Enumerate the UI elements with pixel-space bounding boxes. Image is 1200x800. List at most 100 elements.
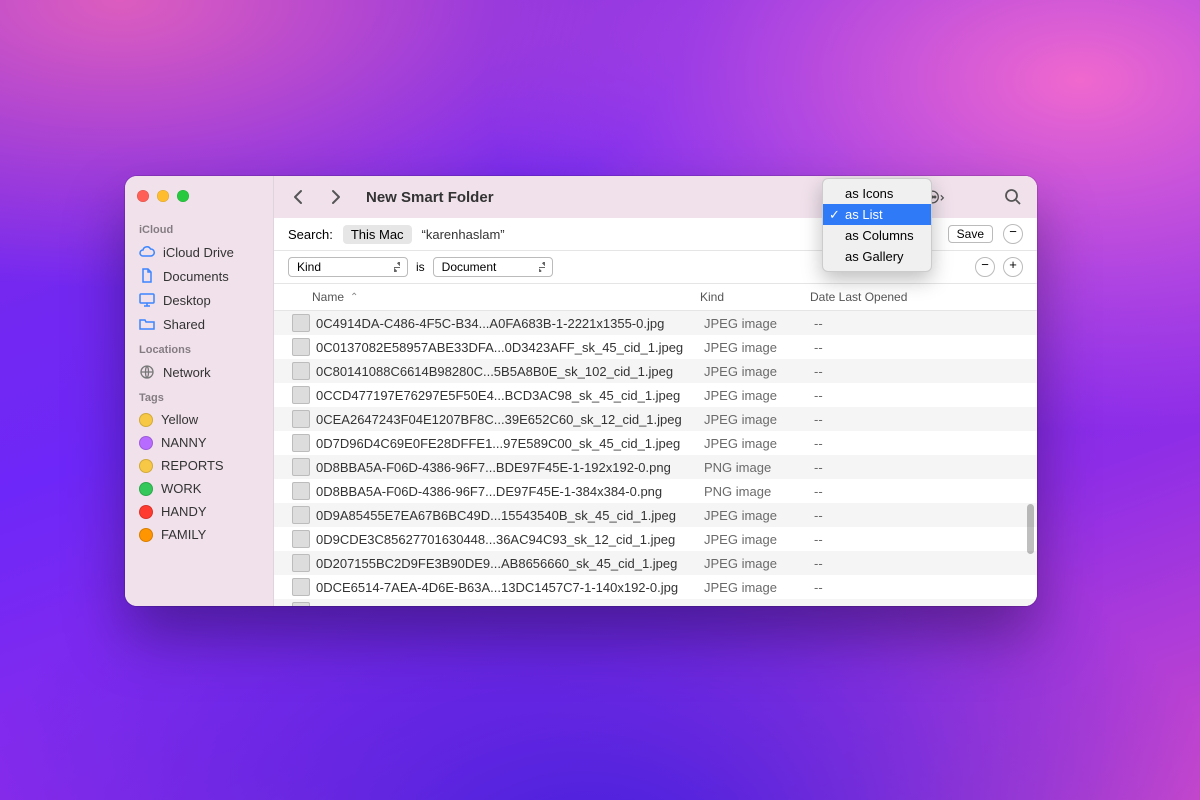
tag-dot-icon	[139, 505, 153, 519]
file-date: --	[814, 340, 1023, 355]
tag-dot-icon	[139, 482, 153, 496]
sidebar-item[interactable]: HANDY	[125, 500, 273, 523]
sidebar-item-label: iCloud Drive	[163, 245, 234, 260]
file-name: 0DCE6514-7AEA-4D6E-B63A...13DC1457C7-1-1…	[316, 580, 704, 595]
sidebar-item[interactable]: NANNY	[125, 431, 273, 454]
file-row[interactable]: 0D207155BC2D9FE3B90DE9...AB8656660_sk_45…	[274, 551, 1037, 575]
file-kind: JPEG image	[704, 316, 814, 331]
file-thumbnail-icon	[292, 338, 310, 356]
tag-dot-icon	[139, 413, 153, 427]
file-kind: JPEG image	[704, 580, 814, 595]
sidebar-item-label: WORK	[161, 481, 201, 496]
column-headers: Name ⌃ Kind Date Last Opened	[274, 284, 1037, 311]
cloud-icon	[139, 244, 155, 260]
sidebar-item[interactable]: Yellow	[125, 408, 273, 431]
sidebar-item-label: FAMILY	[161, 527, 206, 542]
file-name: 0DCE6514-7AEA-4D6E-B63A...3DC1457C7-1-28…	[316, 604, 704, 607]
file-name: 0D7D96D4C69E0FE28DFFE1...97E589C00_sk_45…	[316, 436, 704, 451]
sidebar-item[interactable]: iCloud Drive	[125, 240, 273, 264]
file-kind: JPEG image	[704, 604, 814, 607]
sidebar-item[interactable]: REPORTS	[125, 454, 273, 477]
file-kind: JPEG image	[704, 532, 814, 547]
file-row[interactable]: 0D9CDE3C85627701630448...36AC94C93_sk_12…	[274, 527, 1037, 551]
scrollbar-thumb[interactable]	[1027, 504, 1034, 554]
file-kind: JPEG image	[704, 412, 814, 427]
file-row[interactable]: 0D8BBA5A-F06D-4386-96F7...DE97F45E-1-384…	[274, 479, 1037, 503]
column-header-date[interactable]: Date Last Opened	[810, 290, 1023, 304]
remove-criteria-button[interactable]: −	[975, 257, 995, 277]
zoom-window-button[interactable]	[177, 190, 189, 202]
file-date: --	[814, 316, 1023, 331]
file-row[interactable]: 0DCE6514-7AEA-4D6E-B63A...3DC1457C7-1-28…	[274, 599, 1037, 606]
sidebar-item-label: HANDY	[161, 504, 207, 519]
file-thumbnail-icon	[292, 578, 310, 596]
file-name: 0D207155BC2D9FE3B90DE9...AB8656660_sk_45…	[316, 556, 704, 571]
file-kind: JPEG image	[704, 340, 814, 355]
tag-dot-icon	[139, 436, 153, 450]
nav-back-button[interactable]	[288, 187, 308, 207]
sidebar-section-title: iCloud	[125, 216, 273, 240]
view-menu-item[interactable]: as Icons	[823, 183, 931, 204]
search-scope-this-mac[interactable]: This Mac	[343, 225, 412, 244]
sort-ascending-icon: ⌃	[350, 292, 358, 303]
file-name: 0C0137082E58957ABE33DFA...0D3423AFF_sk_4…	[316, 340, 704, 355]
remove-search-button[interactable]: −	[1003, 224, 1023, 244]
sidebar-item-label: NANNY	[161, 435, 207, 450]
file-name: 0C80141088C6614B98280C...5B5A8B0E_sk_102…	[316, 364, 704, 379]
view-menu-item[interactable]: as Columns	[823, 225, 931, 246]
file-kind: JPEG image	[704, 364, 814, 379]
globe-icon	[139, 364, 155, 380]
file-date: --	[814, 580, 1023, 595]
file-row[interactable]: 0DCE6514-7AEA-4D6E-B63A...13DC1457C7-1-1…	[274, 575, 1037, 599]
save-search-button[interactable]: Save	[948, 225, 993, 243]
file-row[interactable]: 0D9A85455E7EA67B6BC49D...15543540B_sk_45…	[274, 503, 1037, 527]
sidebar-section-title: Tags	[125, 384, 273, 408]
file-thumbnail-icon	[292, 554, 310, 572]
nav-forward-button[interactable]	[326, 187, 346, 207]
sidebar-item[interactable]: FAMILY	[125, 523, 273, 546]
file-kind: PNG image	[704, 484, 814, 499]
window-controls	[125, 184, 273, 216]
sidebar-item[interactable]: WORK	[125, 477, 273, 500]
finder-window: iCloud iCloud Drive DocumentsDesktopShared…	[125, 176, 1037, 606]
view-menu-item[interactable]: as Gallery	[823, 246, 931, 267]
tag-dot-icon	[139, 459, 153, 473]
file-row[interactable]: 0CEA2647243F04E1207BF8C...39E652C60_sk_1…	[274, 407, 1037, 431]
minimize-window-button[interactable]	[157, 190, 169, 202]
sidebar-section-title: Locations	[125, 336, 273, 360]
file-row[interactable]: 0C4914DA-C486-4F5C-B34...A0FA683B-1-2221…	[274, 311, 1037, 335]
window-title: New Smart Folder	[366, 189, 494, 206]
file-date: --	[814, 460, 1023, 475]
sidebar-item[interactable]: Network	[125, 360, 273, 384]
file-thumbnail-icon	[292, 314, 310, 332]
search-label: Search:	[288, 227, 333, 242]
add-criteria-button[interactable]: +	[1003, 257, 1023, 277]
file-row[interactable]: 0C80141088C6614B98280C...5B5A8B0E_sk_102…	[274, 359, 1037, 383]
criteria-value-popup[interactable]: Document	[433, 257, 553, 277]
file-kind: JPEG image	[704, 388, 814, 403]
sidebar-item-label: Network	[163, 365, 211, 380]
file-row[interactable]: 0CCD477197E76297E5F50E4...BCD3AC98_sk_45…	[274, 383, 1037, 407]
column-header-kind[interactable]: Kind	[700, 290, 810, 304]
file-row[interactable]: 0D8BBA5A-F06D-4386-96F7...BDE97F45E-1-19…	[274, 455, 1037, 479]
sidebar-item[interactable]: Desktop	[125, 288, 273, 312]
file-row[interactable]: 0D7D96D4C69E0FE28DFFE1...97E589C00_sk_45…	[274, 431, 1037, 455]
view-menu-item[interactable]: as List	[823, 204, 931, 225]
document-icon	[139, 268, 155, 284]
close-window-button[interactable]	[137, 190, 149, 202]
sidebar-item[interactable]: Documents	[125, 264, 273, 288]
file-kind: JPEG image	[704, 556, 814, 571]
file-thumbnail-icon	[292, 410, 310, 428]
file-row[interactable]: 0C0137082E58957ABE33DFA...0D3423AFF_sk_4…	[274, 335, 1037, 359]
criteria-attribute-popup[interactable]: Kind	[288, 257, 408, 277]
file-thumbnail-icon	[292, 506, 310, 524]
column-header-name[interactable]: Name ⌃	[312, 290, 700, 304]
file-list[interactable]: 0C4914DA-C486-4F5C-B34...A0FA683B-1-2221…	[274, 311, 1037, 606]
file-date: --	[814, 364, 1023, 379]
file-date: --	[814, 484, 1023, 499]
search-query-token[interactable]: “karenhaslam”	[422, 227, 505, 242]
file-date: --	[814, 556, 1023, 571]
search-button[interactable]	[1003, 187, 1023, 207]
folder-icon	[139, 316, 155, 332]
sidebar-item[interactable]: Shared	[125, 312, 273, 336]
